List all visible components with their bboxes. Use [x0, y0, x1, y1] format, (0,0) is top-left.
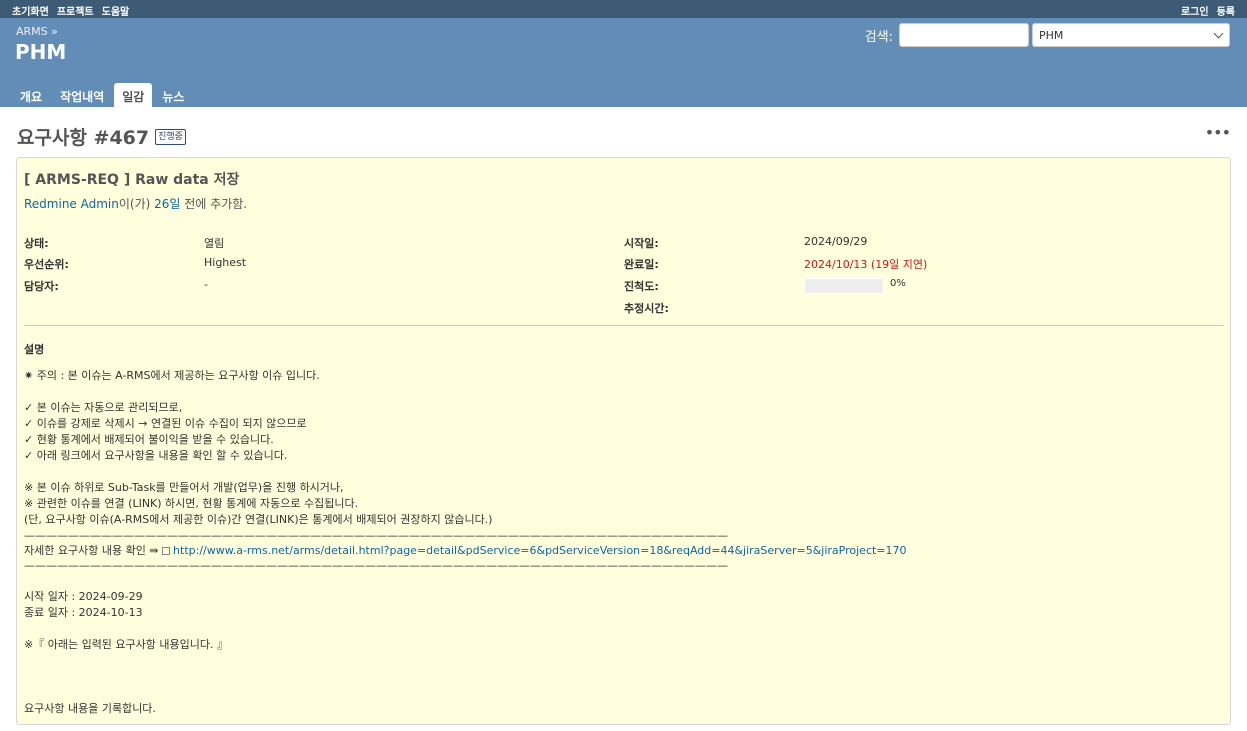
- project-title: PHM: [15, 40, 67, 64]
- detail-link-line: 자세한 요구사항 내용 확인 ⇛ http://www.a-rms.net/ar…: [24, 543, 1224, 558]
- detail-link-prefix: 자세한 요구사항 내용 확인 ⇛: [24, 544, 159, 557]
- priority-value: Highest: [204, 256, 247, 269]
- progress-label: 진척도:: [624, 280, 659, 293]
- header: ARMS » PHM 검색: PHM 개요 작업내역 일감 뉴스: [0, 18, 1247, 107]
- project-jump-value: PHM: [1039, 29, 1064, 42]
- tab-issues[interactable]: 일감: [114, 83, 153, 107]
- check-line: ✓ 이슈를 강제로 삭제시 → 연결된 이슈 수집이 되지 않으므로: [24, 417, 307, 430]
- check-line: ✓ 아래 링크에서 요구사항을 내용을 확인 할 수 있습니다.: [24, 449, 288, 462]
- issue-heading: 요구사항 #467 진행중: [17, 123, 186, 150]
- check-line: ✓ 현황 통계에서 배제되어 불이익을 받을 수 있습니다.: [24, 433, 274, 446]
- content: 요구사항 #467 진행중 ••• [ ARMS-REQ ] Raw data …: [0, 107, 1247, 731]
- content-line: 요구사항 내용을 기록합니다.: [24, 702, 156, 715]
- due-date-label: 완료일:: [624, 258, 659, 271]
- due-date-value: 2024/10/13 (19일 지연): [804, 258, 928, 271]
- tab-activity[interactable]: 작업내역: [52, 83, 112, 107]
- top-menu-help[interactable]: 도움말: [102, 3, 130, 18]
- start-date-label: 시작일:: [624, 237, 659, 250]
- age-link[interactable]: 26일: [154, 197, 180, 211]
- top-menu: 초기화면 프로젝트 도움말 로그인 등록: [0, 0, 1247, 18]
- note-line: ※ 본 이슈 하위로 Sub-Task를 만들어서 개발(업무)을 진행 하시거…: [24, 481, 344, 494]
- tab-news[interactable]: 뉴스: [154, 83, 192, 107]
- search-label: 검색:: [864, 29, 893, 45]
- start-date-value: 2024/09/29: [804, 235, 868, 248]
- status-value: 열림: [204, 237, 225, 250]
- author-suffix: 이(가): [118, 197, 151, 211]
- main-menu: 개요 작업내역 일감 뉴스: [12, 83, 192, 107]
- progress-bar: [804, 278, 884, 294]
- detail-link[interactable]: http://www.a-rms.net/arms/detail.html?pa…: [173, 544, 906, 557]
- more-actions-icon[interactable]: •••: [1205, 123, 1231, 142]
- rule-line: ————————————————————————————————————————…: [24, 559, 728, 572]
- top-menu-home[interactable]: 초기화면: [12, 3, 49, 18]
- content-notice-line: ※『 아래는 입력된 요구사항 내용입니다. 』: [24, 638, 228, 651]
- check-line: ✓ 본 이슈는 자동으로 관리되므로,: [24, 401, 183, 414]
- description-body: ✷ 주의 : 본 이슈는 A-RMS에서 제공하는 요구사항 이슈 입니다. ✓…: [24, 368, 1224, 717]
- rule-line: ————————————————————————————————————————…: [24, 529, 728, 542]
- author-link[interactable]: Redmine Admin: [24, 197, 119, 211]
- login-link[interactable]: 로그인: [1181, 3, 1209, 18]
- priority-label: 우선순위:: [24, 258, 69, 271]
- tab-overview[interactable]: 개요: [12, 83, 50, 107]
- status-label: 상태:: [24, 237, 49, 250]
- note-line: ※ 관련한 이슈를 연결 (LINK) 하시면, 현황 통계에 자동으로 수집됩…: [24, 497, 359, 510]
- status-badge: 진행중: [155, 128, 186, 145]
- top-menu-projects[interactable]: 프로젝트: [57, 3, 94, 18]
- notice-line: ✷ 주의 : 본 이슈는 A-RMS에서 제공하는 요구사항 이슈 입니다.: [24, 369, 320, 382]
- breadcrumb[interactable]: ARMS »: [16, 25, 58, 38]
- assignee-label: 담당자:: [24, 280, 59, 293]
- register-link[interactable]: 등록: [1217, 3, 1235, 18]
- start-date-line: 시작 일자 : 2024-09-29: [24, 590, 143, 603]
- search-input[interactable]: [899, 23, 1029, 47]
- issue-heading-text: 요구사항 #467: [17, 127, 150, 149]
- age-suffix: 전에 추가함.: [184, 197, 248, 211]
- estimated-time-label: 추정시간:: [624, 302, 669, 315]
- project-jump-select[interactable]: PHM: [1032, 23, 1230, 47]
- assignee-value: -: [204, 278, 208, 291]
- issue-subject: [ ARMS-REQ ] Raw data 저장: [24, 172, 240, 188]
- note-line: (단, 요구사항 이슈(A-RMS에서 제공한 이슈)간 연결(LINK)은 통…: [24, 513, 493, 526]
- issue-author-line: Redmine Admin이(가) 26일 전에 추가함.: [24, 195, 247, 212]
- quick-search: 검색: PHM: [865, 23, 1230, 47]
- issue-details: [ ARMS-REQ ] Raw data 저장 Redmine Admin이(…: [16, 157, 1231, 725]
- end-date-line: 종료 일자 : 2024-10-13: [24, 606, 143, 619]
- chevron-down-icon: [1213, 28, 1224, 39]
- progress-value: 0%: [890, 278, 906, 289]
- external-link-icon: [162, 547, 171, 555]
- divider: [24, 325, 1224, 326]
- description-label: 설명: [24, 343, 45, 356]
